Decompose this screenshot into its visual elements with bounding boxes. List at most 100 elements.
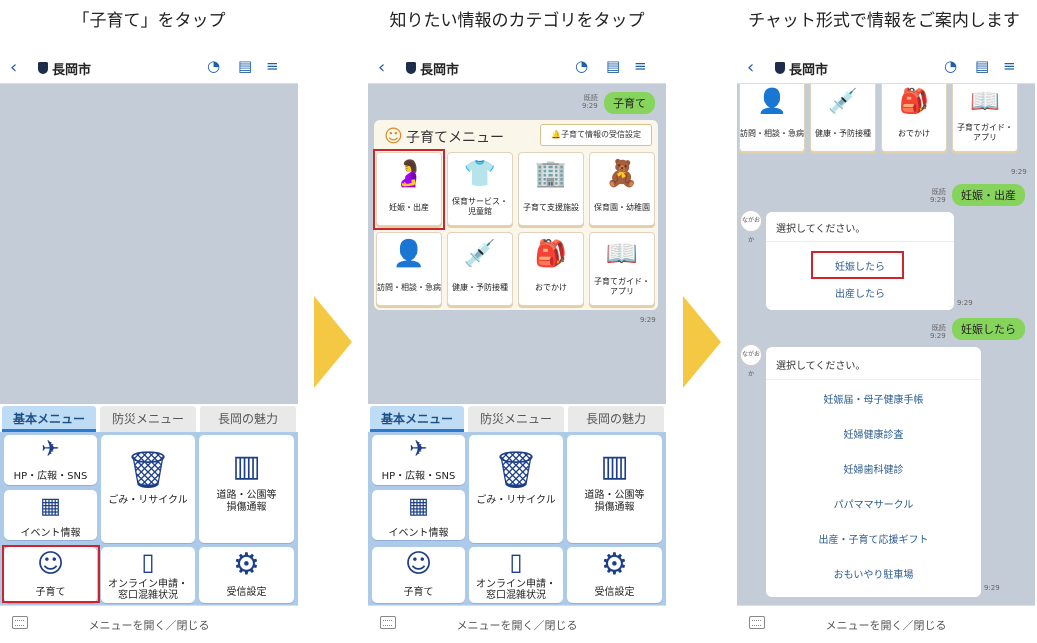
phone-screen-2: ‹ 長岡市 ◔ ▤ ≡ 既読 9:29 子育て ☺ 子育てメニュー 🔔子育て情報の… — [368, 52, 666, 643]
hamburger-menu-icon[interactable]: ≡ — [634, 57, 647, 75]
hamburger-menu-icon[interactable]: ≡ — [1003, 57, 1016, 75]
history-search-icon[interactable]: ◔ — [207, 57, 220, 75]
road-report-button[interactable]: ▥ 道路・公園等 損傷通報 — [567, 435, 662, 543]
document-icon[interactable]: ▤ — [238, 57, 252, 75]
tab-basic-menu[interactable]: 基本メニュー — [370, 406, 464, 432]
message-time: 9:29 — [1011, 168, 1027, 176]
option-item[interactable]: 妊娠届・母子健康手帳 — [766, 391, 981, 406]
online-application-button[interactable]: ▯ オンライン申請・ 窓口混雑状況 — [101, 547, 195, 603]
option-birth[interactable]: 出産したら — [766, 285, 954, 300]
app-header: ‹ 長岡市 ◔ ▤ ≡ — [368, 52, 666, 84]
category-label-2: 児童館 — [468, 207, 492, 216]
option-item[interactable]: おもいやり駐車場 — [766, 566, 981, 581]
child-label: 子育て — [35, 587, 66, 598]
city-shield-icon — [775, 62, 785, 74]
garbage-button[interactable]: 🗑 ごみ・リサイクル — [469, 435, 563, 543]
app-header: ‹ 長岡市 ◔ ▤ ≡ — [737, 52, 1035, 84]
app-header: ‹ 長岡市 ◔ ▤ ≡ — [0, 52, 298, 84]
menu-toggle-label[interactable]: メニューを開く／閉じる — [368, 617, 666, 633]
bird-logo-icon: ✈ — [409, 437, 428, 462]
receive-settings-button[interactable]: ⚙ 受信設定 — [567, 547, 662, 603]
category-7[interactable]: 🎒 おでかけ — [518, 232, 584, 306]
event-info-button[interactable]: ▦ イベント情報 — [4, 490, 97, 540]
menu-tabs: 基本メニュー 防災メニュー 長岡の魅力 — [0, 404, 298, 432]
building-icon: 🏢 — [534, 159, 568, 189]
category-6[interactable]: 💉 健康・予防接種 — [447, 232, 513, 306]
hp-sns-button[interactable]: ✈ HP・広報・SNS — [372, 435, 465, 485]
history-search-icon[interactable]: ◔ — [575, 57, 588, 75]
category-label: 訪問・相談・急病 — [377, 283, 441, 292]
category-7[interactable]: 🎒 おでかけ — [881, 84, 947, 152]
category-8[interactable]: 📖 子育てガイド・ アプリ — [952, 84, 1018, 152]
category-1[interactable]: 🤰 妊娠・出産 — [376, 152, 442, 226]
child-rearing-button[interactable]: ☺ 子育て — [372, 547, 465, 603]
message-time: 9:29 — [957, 299, 973, 307]
history-search-icon[interactable]: ◔ — [944, 57, 957, 75]
category-label: 子育てガイド・ — [594, 277, 650, 286]
event-label: イベント情報 — [20, 528, 81, 539]
back-icon[interactable]: ‹ — [10, 57, 17, 78]
category-label: おでかけ — [535, 283, 567, 292]
counselor-icon: 👤 — [757, 87, 787, 115]
road-label: 道路・公園等 — [216, 490, 277, 501]
menu-toggle-bar[interactable]: メニューを開く／閉じる — [737, 605, 1035, 643]
baby-clothes-icon: 👕 — [463, 159, 497, 189]
back-icon[interactable]: ‹ — [747, 57, 754, 78]
menu-toggle-label[interactable]: メニューを開く／閉じる — [0, 617, 298, 633]
category-label: 保育サービス・ — [452, 197, 508, 206]
online-application-button[interactable]: ▯ オンライン申請・ 窓口混雑状況 — [469, 547, 563, 603]
child-menu-title: 子育てメニュー — [406, 130, 504, 146]
smartphone-icon: ▯ — [141, 548, 155, 576]
road-label-2: 損傷通報 — [594, 502, 635, 513]
trash-can-icon: 🗑 — [493, 450, 539, 491]
select-card-2: 選択してください。 妊娠届・母子健康手帳 妊婦健康診査 妊婦歯科健診 パパママサークル… — [766, 347, 981, 597]
option-item[interactable]: 出産・子育て応援ギフト — [766, 531, 981, 546]
calendar-icon: ▦ — [40, 494, 61, 519]
menu-toggle-label[interactable]: メニューを開く／閉じる — [737, 617, 1035, 633]
hp-sns-button[interactable]: ✈ HP・広報・SNS — [4, 435, 97, 485]
menu-toggle-bar[interactable]: メニューを開く／閉じる — [368, 605, 666, 643]
baby-face-icon: ☺ — [36, 549, 65, 579]
receive-settings-button[interactable]: ⚙ 受信設定 — [199, 547, 294, 603]
tab-nagaoka-charm[interactable]: 長岡の魅力 — [568, 406, 664, 432]
tab-disaster-menu[interactable]: 防災メニュー — [468, 406, 564, 432]
category-3[interactable]: 🏢 子育て支援施設 — [518, 152, 584, 226]
guide-book-icon: 📖 — [970, 87, 1000, 115]
category-5[interactable]: 👤 訪問・相談・急病 — [376, 232, 442, 306]
option-item[interactable]: パパママサークル — [766, 496, 981, 511]
receive-settings-label: 子育て情報の受信設定 — [560, 130, 641, 139]
smartphone-icon: ▯ — [509, 548, 523, 576]
category-8[interactable]: 📖 子育てガイド・ アプリ — [589, 232, 655, 306]
bell-icon: 🔔 — [551, 130, 561, 139]
receive-settings-button[interactable]: 🔔子育て情報の受信設定 — [540, 124, 652, 146]
option-item[interactable]: 妊婦健康診査 — [766, 426, 981, 441]
category-4[interactable]: 🧸 保育園・幼稚園 — [589, 152, 655, 226]
category-label: おでかけ — [898, 129, 930, 138]
user-message: 子育て — [604, 92, 655, 114]
event-label: イベント情報 — [388, 528, 449, 539]
category-label-2: アプリ — [973, 133, 997, 142]
category-6[interactable]: 💉 健康・予防接種 — [810, 84, 876, 152]
caption-step3: チャット形式で情報をご案内します — [748, 11, 1020, 31]
trash-can-icon: 🗑 — [125, 450, 171, 491]
document-icon[interactable]: ▤ — [606, 57, 620, 75]
child-rearing-button[interactable]: ☺ 子育て — [4, 547, 97, 603]
road-report-button[interactable]: ▥ 道路・公園等 損傷通報 — [199, 435, 294, 543]
category-2[interactable]: 👕 保育サービス・ 児童館 — [447, 152, 513, 226]
user-message-pregnant: 妊娠したら — [952, 318, 1025, 340]
event-info-button[interactable]: ▦ イベント情報 — [372, 490, 465, 540]
document-icon[interactable]: ▤ — [975, 57, 989, 75]
message-time: 9:29 — [984, 584, 1000, 592]
back-icon[interactable]: ‹ — [378, 57, 385, 78]
tab-nagaoka-charm[interactable]: 長岡の魅力 — [200, 406, 296, 432]
garbage-button[interactable]: 🗑 ごみ・リサイクル — [101, 435, 195, 543]
menu-toggle-bar[interactable]: メニューを開く／閉じる — [0, 605, 298, 643]
category-label: 健康・予防接種 — [815, 129, 871, 138]
category-5[interactable]: 👤 訪問・相談・急病 — [739, 84, 805, 152]
tab-disaster-menu[interactable]: 防災メニュー — [100, 406, 196, 432]
option-pregnant[interactable]: 妊娠したら — [766, 258, 954, 273]
tab-basic-menu[interactable]: 基本メニュー — [2, 406, 96, 432]
option-item[interactable]: 妊婦歯科健診 — [766, 461, 981, 476]
barricade-icon: ▥ — [232, 449, 261, 484]
hamburger-menu-icon[interactable]: ≡ — [266, 57, 279, 75]
